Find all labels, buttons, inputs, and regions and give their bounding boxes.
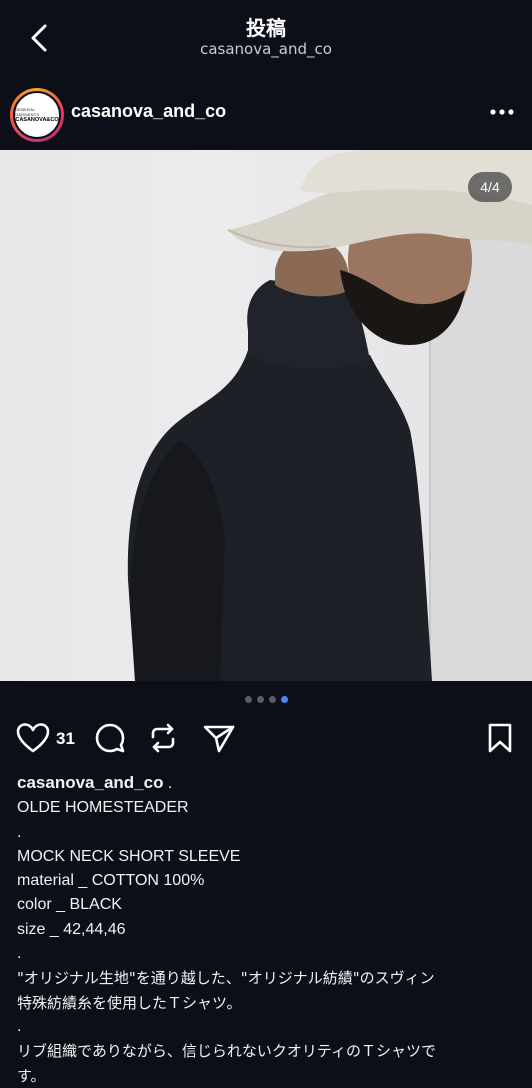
caption-line: リブ組織でありながら、信じられないクオリティのＴシャツで — [17, 1042, 436, 1061]
post-username[interactable]: casanova_and_co — [71, 101, 226, 122]
caption-line: . — [17, 823, 22, 841]
post-action-bar: 31 — [0, 718, 532, 762]
caption-line: size _ 42,44,46 — [17, 920, 126, 938]
post-caption: casanova_and_co . OLDE HOMESTEADER . MOC… — [17, 771, 527, 1088]
avatar-logo-subtext: GENERAL GARMENTS — [15, 107, 40, 117]
caption-line: OLDE HOMESTEADER — [17, 799, 189, 817]
carousel-dot-active[interactable] — [280, 696, 288, 703]
carousel-dot[interactable] — [256, 696, 264, 703]
caption-line: MOCK NECK SHORT SLEEVE — [17, 847, 241, 865]
caption-username[interactable]: casanova_and_co — [17, 773, 163, 792]
carousel-dots — [0, 696, 532, 706]
caption-username-suffix: . — [163, 775, 173, 792]
avatar-image: GENERAL GARMENTS CASANOVA&CO — [13, 91, 61, 139]
image-counter-badge: 4/4 — [468, 172, 512, 202]
caption-line: "オリジナル生地"を通り越した、"オリジナル紡績"のスヴィン — [17, 969, 435, 988]
post-image[interactable]: 4/4 — [0, 150, 532, 681]
page-title: 投稿 — [246, 16, 286, 40]
caption-line: . — [17, 945, 22, 963]
comment-icon[interactable] — [94, 722, 126, 754]
top-header: 投稿 casanova_and_co — [0, 0, 532, 80]
avatar[interactable]: GENERAL GARMENTS CASANOVA&CO — [10, 88, 64, 142]
photo-illustration — [127, 150, 532, 681]
more-horizontal-icon[interactable] — [488, 100, 516, 120]
repost-icon[interactable] — [147, 722, 179, 754]
caption-line: . — [17, 1017, 22, 1035]
caption-line: color _ BLACK — [17, 896, 122, 914]
like-count[interactable]: 31 — [56, 729, 75, 749]
page-subtitle: casanova_and_co — [200, 40, 332, 58]
carousel-dot[interactable] — [268, 696, 276, 703]
caption-line: 特殊紡績糸を使用したＴシャツ。 — [17, 993, 242, 1012]
avatar-logo-text: CASANOVA&CO — [15, 117, 59, 123]
caption-line: す。 — [17, 1066, 46, 1085]
caption-line: material _ COTTON 100% — [17, 872, 205, 890]
send-icon[interactable] — [202, 722, 236, 754]
carousel-dot[interactable] — [244, 696, 252, 703]
heart-icon[interactable] — [16, 722, 50, 754]
bookmark-icon[interactable] — [486, 722, 514, 754]
post-header: GENERAL GARMENTS CASANOVA&CO casanova_an… — [0, 82, 532, 146]
